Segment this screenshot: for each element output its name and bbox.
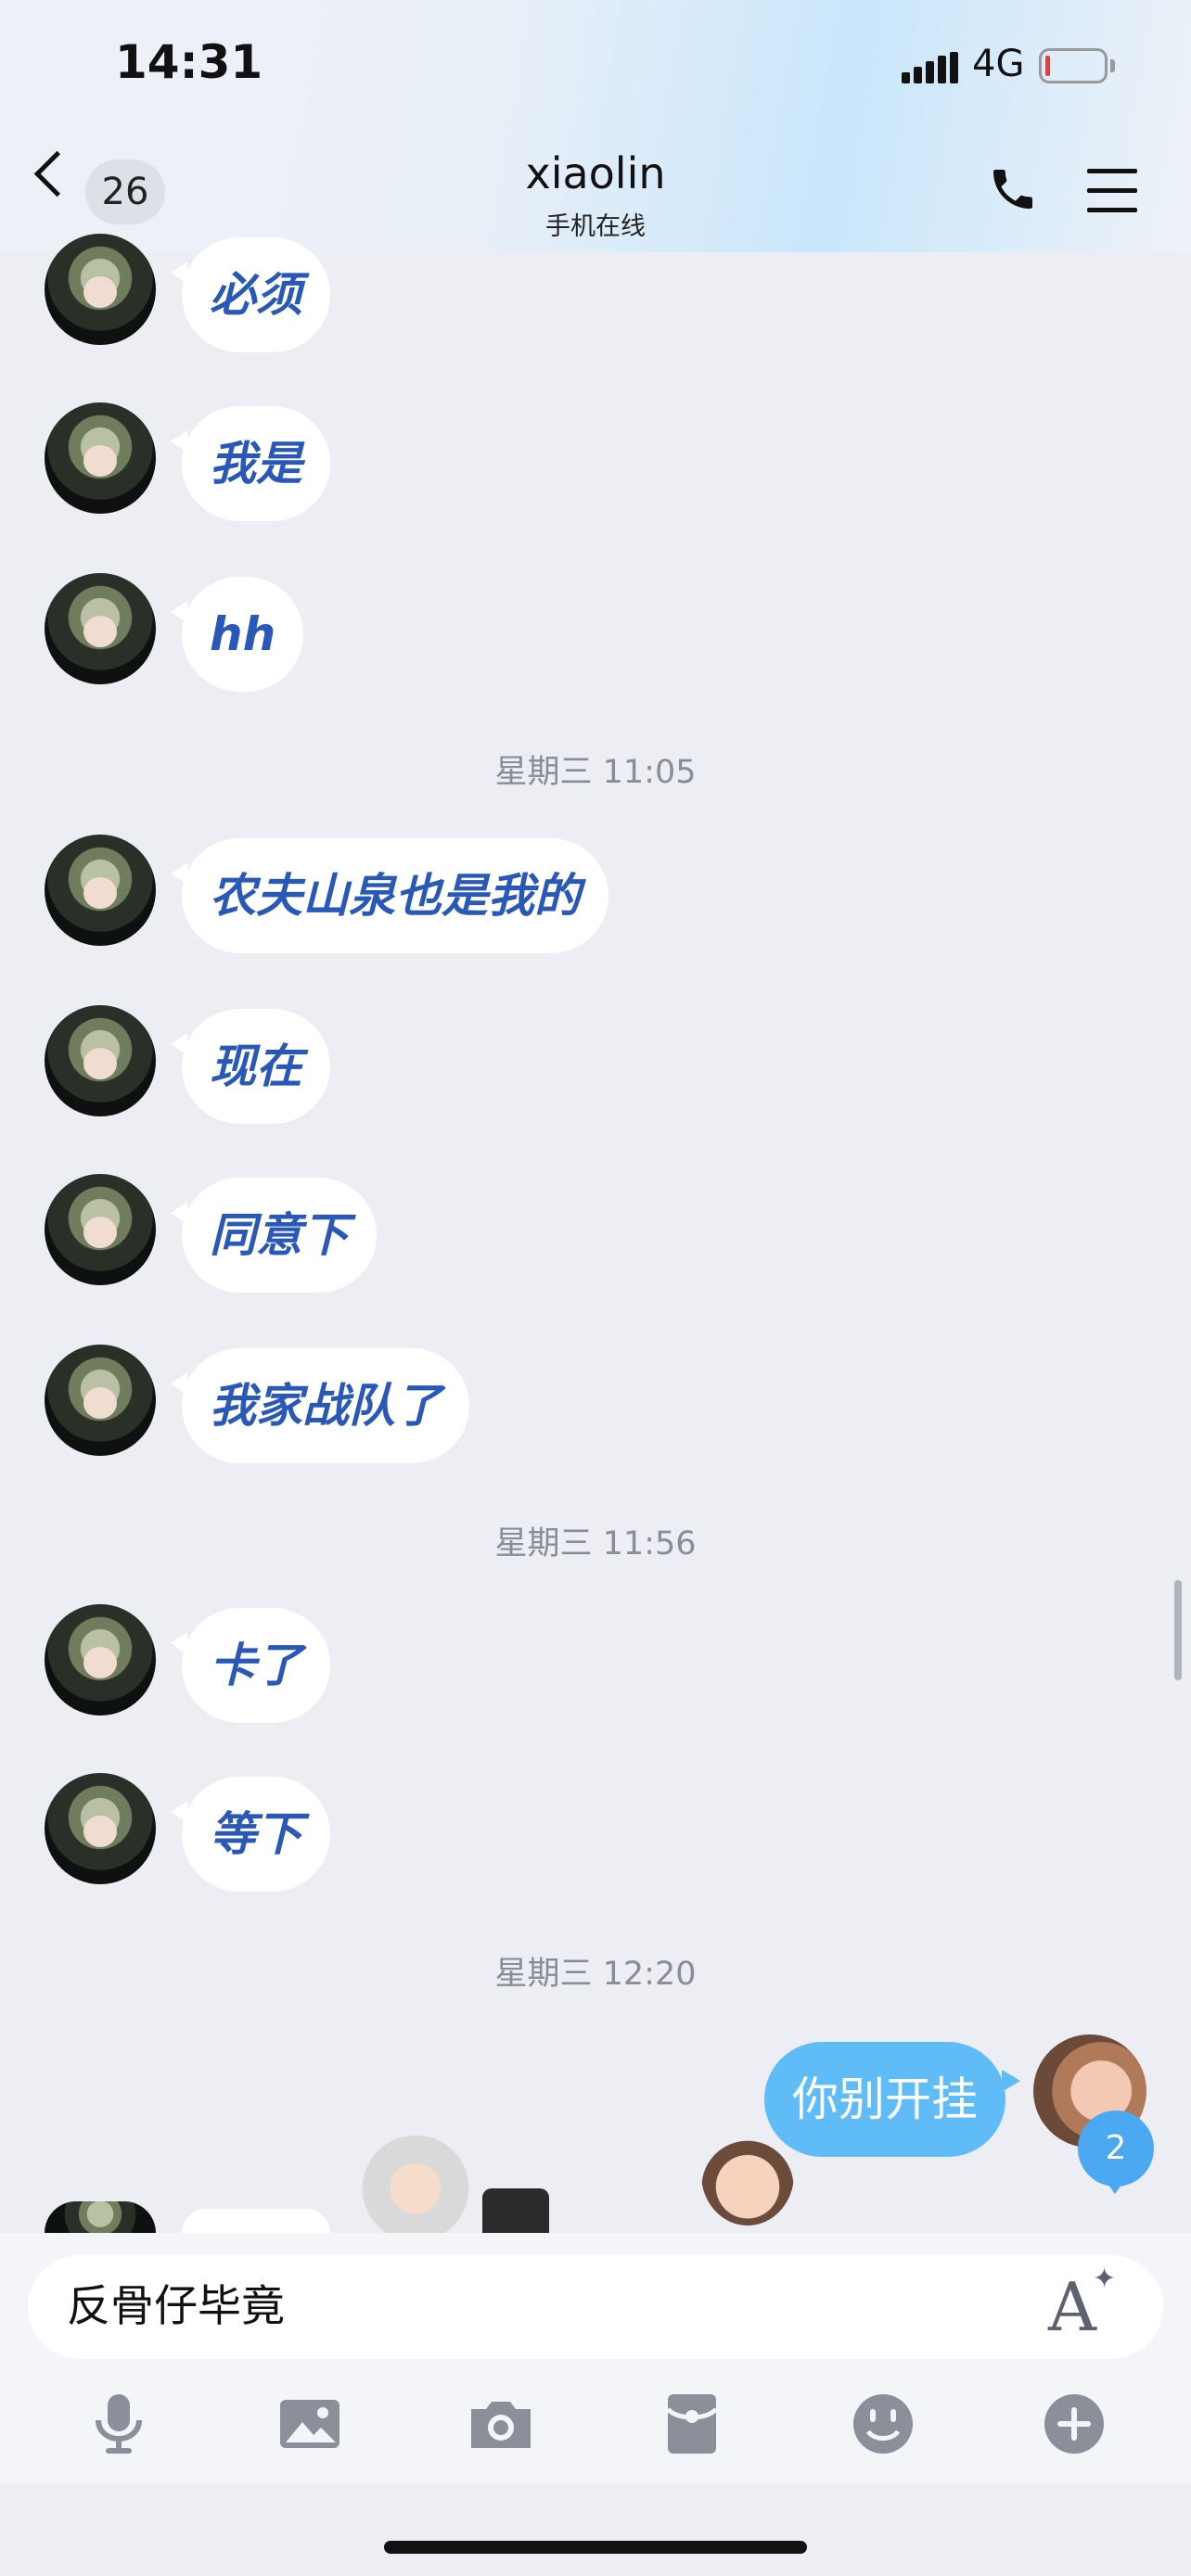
contact-avatar[interactable] bbox=[45, 234, 156, 345]
image-icon[interactable] bbox=[273, 2387, 347, 2461]
phone-icon[interactable] bbox=[987, 163, 1039, 215]
message-bubble[interactable]: 等下 bbox=[171, 1777, 330, 1892]
message-bubble[interactable]: 我家战队了 bbox=[171, 1348, 469, 1463]
message-bubble[interactable]: hh bbox=[170, 577, 304, 692]
contact-avatar[interactable] bbox=[45, 573, 156, 684]
contact-avatar[interactable] bbox=[45, 402, 156, 514]
timestamp: 星期三 11:05 bbox=[494, 754, 697, 791]
camera-icon[interactable] bbox=[464, 2387, 538, 2461]
my-message-bubble[interactable]: 你别开挂 bbox=[764, 2042, 1020, 2157]
home-indicator[interactable] bbox=[384, 2541, 807, 2554]
avatar-badge-tail bbox=[1106, 2181, 1124, 2194]
contact-avatar[interactable] bbox=[45, 2201, 156, 2233]
anime-sticker bbox=[360, 2111, 471, 2240]
avatar-badge: 2 bbox=[1078, 2111, 1154, 2187]
contact-avatar[interactable] bbox=[45, 835, 156, 946]
mic-icon[interactable] bbox=[82, 2387, 156, 2461]
chat-title[interactable]: xiaolin bbox=[410, 148, 781, 198]
contact-avatar[interactable] bbox=[45, 1773, 156, 1884]
message-bubble-partial[interactable] bbox=[171, 2209, 330, 2255]
timestamp: 星期三 11:56 bbox=[494, 1525, 697, 1562]
menu-icon[interactable] bbox=[1087, 169, 1137, 213]
emoji-icon[interactable] bbox=[846, 2387, 920, 2461]
status-time: 14:31 bbox=[115, 35, 263, 89]
contact-avatar[interactable] bbox=[45, 1174, 156, 1285]
unread-count-badge[interactable]: 26 bbox=[85, 159, 165, 224]
contact-avatar[interactable] bbox=[45, 1345, 156, 1456]
message-bubble[interactable]: 农夫山泉也是我的 bbox=[171, 838, 608, 953]
network-label: 4G bbox=[972, 43, 1025, 85]
sparkle-icon: ✦ bbox=[1093, 2263, 1117, 2295]
message-bubble[interactable]: 我是 bbox=[171, 406, 330, 521]
scrollbar[interactable] bbox=[1174, 1580, 1182, 1680]
message-bubble[interactable]: 卡了 bbox=[171, 1608, 330, 1723]
message-bubble[interactable]: 现在 bbox=[171, 1009, 330, 1124]
message-input-text[interactable]: 反骨仔毕竟 bbox=[67, 2255, 285, 2359]
memoji-sticker bbox=[701, 2123, 794, 2225]
contact-avatar[interactable] bbox=[45, 1005, 156, 1116]
signal-icon bbox=[902, 52, 959, 83]
message-bubble[interactable]: 必须 bbox=[171, 237, 330, 352]
contact-avatar[interactable] bbox=[45, 1604, 156, 1715]
online-status: 手机在线 bbox=[545, 212, 646, 241]
plus-icon[interactable] bbox=[1037, 2387, 1111, 2461]
red-packet-icon[interactable] bbox=[655, 2387, 729, 2461]
battery-tip bbox=[1110, 59, 1115, 72]
font-style-icon[interactable]: A bbox=[1048, 2270, 1096, 2344]
message-bubble[interactable]: 同意下 bbox=[171, 1178, 377, 1293]
timestamp: 星期三 12:20 bbox=[494, 1956, 697, 1993]
battery-icon bbox=[1039, 48, 1108, 83]
